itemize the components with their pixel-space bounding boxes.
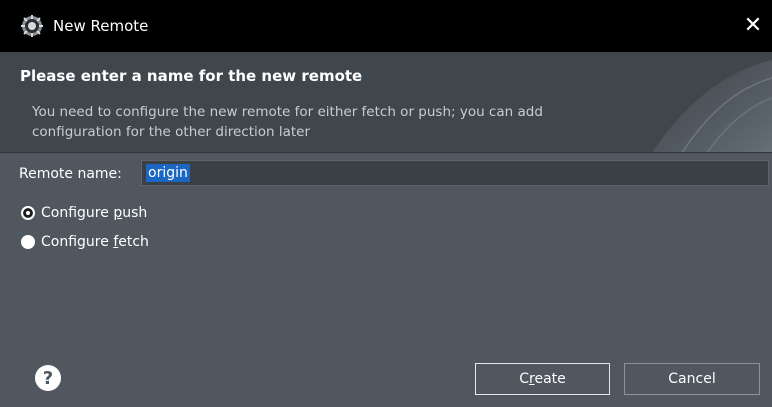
header-banner: Please enter a name for the new remote Y… xyxy=(0,52,772,153)
title-bar: New Remote ✕ xyxy=(0,0,772,52)
remote-name-value: origin xyxy=(146,164,190,182)
remote-name-label: Remote name: xyxy=(19,166,122,182)
new-remote-dialog: New Remote ✕ Please enter a name for the… xyxy=(0,0,772,407)
configure-push-label: Configure push xyxy=(41,205,148,221)
create-button[interactable]: Create xyxy=(475,363,610,395)
configure-fetch-label: Configure fetch xyxy=(41,234,149,250)
radio-selected-icon xyxy=(21,206,35,220)
help-button[interactable]: ? xyxy=(35,365,61,391)
help-icon: ? xyxy=(42,367,54,389)
close-button[interactable]: ✕ xyxy=(740,13,766,39)
banner-title: Please enter a name for the new remote xyxy=(20,67,363,85)
banner-description-line: configuration for the other direction la… xyxy=(32,124,311,140)
close-icon: ✕ xyxy=(743,13,763,38)
configure-fetch-radio[interactable]: Configure fetch xyxy=(21,232,149,252)
banner-description-line: You need to configure the new remote for… xyxy=(32,104,543,120)
remote-name-input[interactable]: origin xyxy=(141,160,769,186)
window-title: New Remote xyxy=(53,17,149,35)
banner-description: You need to configure the new remote for… xyxy=(32,102,672,142)
configure-push-radio[interactable]: Configure push xyxy=(21,203,147,223)
create-button-label: Create xyxy=(519,371,566,387)
cancel-button[interactable]: Cancel xyxy=(624,363,760,395)
radio-unselected-icon xyxy=(21,235,35,249)
eclipse-icon xyxy=(21,15,43,37)
